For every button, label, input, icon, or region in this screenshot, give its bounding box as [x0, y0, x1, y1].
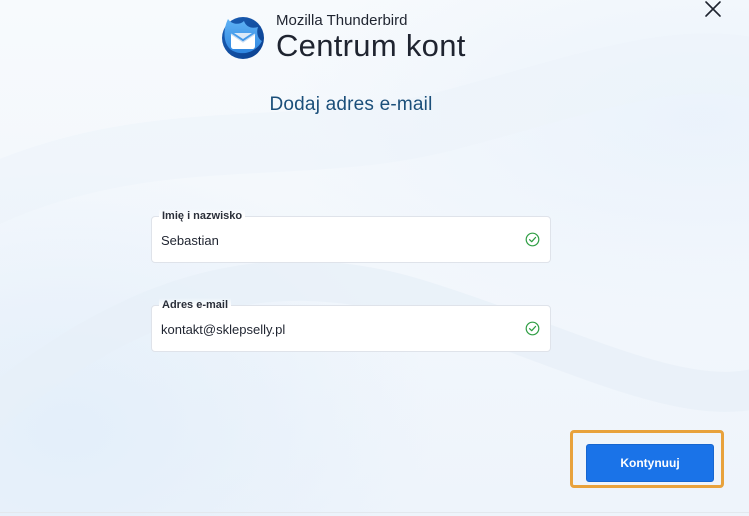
brand-text: Mozilla Thunderbird Centrum kont [276, 10, 466, 62]
close-button[interactable] [699, 0, 727, 22]
bottom-divider [0, 512, 749, 513]
name-input[interactable] [161, 233, 501, 248]
continue-button[interactable]: Kontynuuj [586, 444, 714, 482]
close-icon [705, 1, 721, 17]
name-field[interactable]: Imię i nazwisko [151, 209, 551, 263]
brand-header: Mozilla Thunderbird Centrum kont [218, 10, 466, 62]
email-field[interactable]: Adres e-mail [151, 298, 551, 352]
email-input[interactable] [161, 322, 501, 337]
email-field-label: Adres e-mail [159, 298, 232, 312]
check-circle-icon [525, 232, 540, 247]
continue-button-highlight: Kontynuuj [570, 430, 724, 488]
name-field-label: Imię i nazwisko [159, 209, 246, 223]
check-circle-icon [525, 321, 540, 336]
brand-title: Centrum kont [276, 28, 466, 63]
thunderbird-logo-icon [222, 17, 264, 59]
page-title: Dodaj adres e-mail [269, 94, 433, 115]
